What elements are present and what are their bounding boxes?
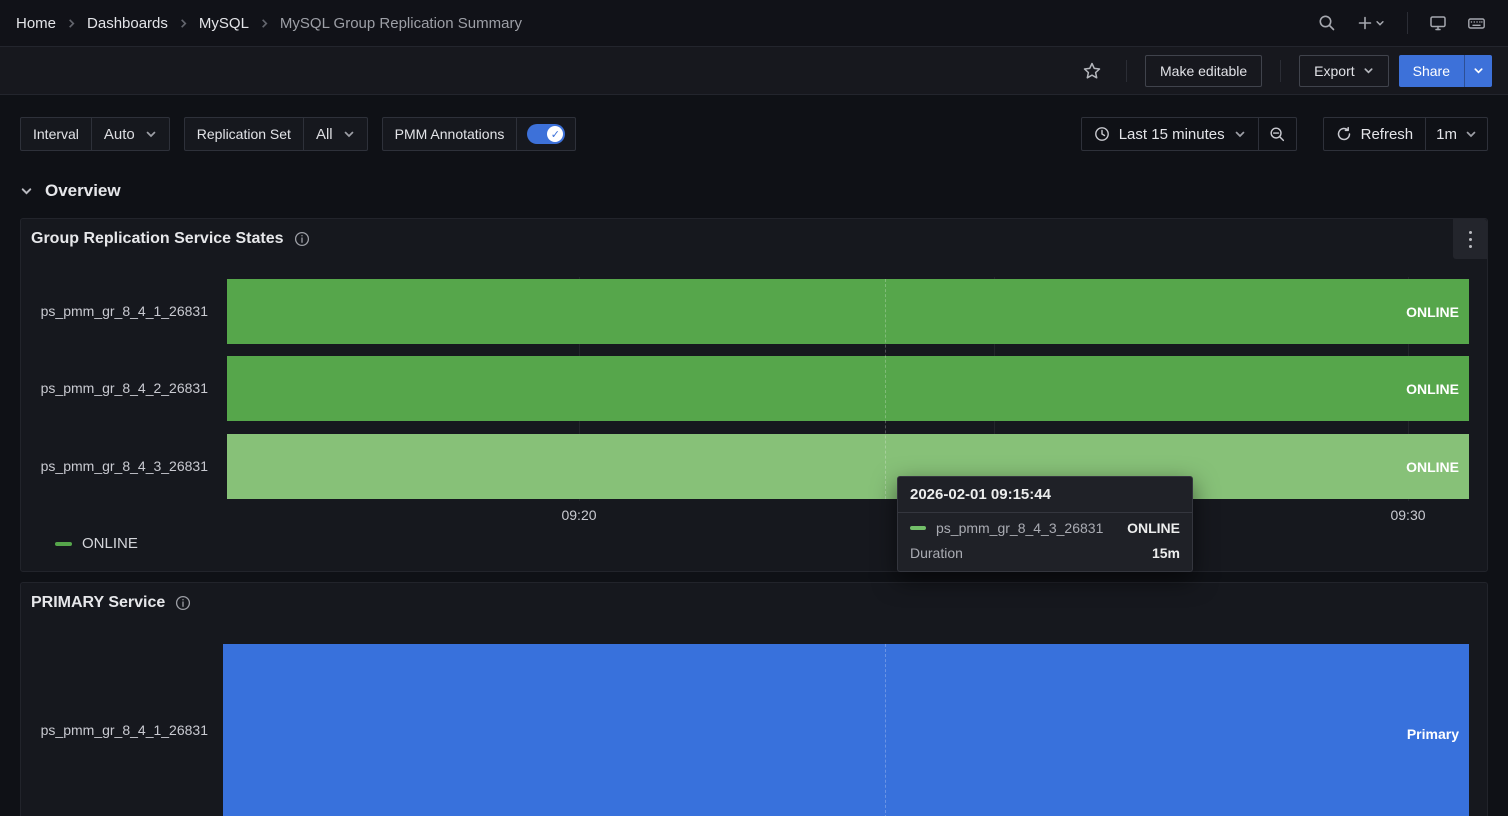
- dashboard-action-bar: Make editable Export Share: [0, 46, 1508, 95]
- tooltip-duration-value: 15m: [1152, 545, 1180, 561]
- interval-select[interactable]: Auto: [92, 118, 169, 150]
- legend-swatch: [55, 542, 72, 546]
- new-plus-icon[interactable]: [1349, 7, 1393, 39]
- refresh-button-label: Refresh: [1361, 126, 1414, 143]
- replication-set-value: All: [316, 126, 333, 143]
- divider: [1407, 12, 1408, 34]
- replication-set-label: Replication Set: [185, 118, 304, 150]
- series-label: ps_pmm_gr_8_4_2_26831: [21, 380, 208, 396]
- clock-icon: [1094, 126, 1110, 142]
- chevron-right-icon: [66, 18, 77, 29]
- crosshair-cursor: [885, 279, 886, 499]
- series-label: ps_pmm_gr_8_4_1_26831: [21, 722, 208, 738]
- pmm-annotations-control: PMM Annotations ✓: [382, 117, 577, 151]
- tooltip-duration-row: Duration 15m: [898, 538, 1192, 571]
- tooltip-series-row: ps_pmm_gr_8_4_3_26831 ONLINE: [898, 513, 1192, 538]
- section-title: Overview: [45, 181, 121, 201]
- pmm-annotations-label: PMM Annotations: [383, 118, 518, 150]
- x-axis-tick: 09:20: [561, 507, 596, 523]
- export-button[interactable]: Export: [1299, 55, 1388, 87]
- state-bar-online[interactable]: ONLINE: [227, 279, 1469, 344]
- make-editable-button[interactable]: Make editable: [1145, 55, 1262, 87]
- divider: [1126, 60, 1127, 82]
- time-range-value: Last 15 minutes: [1119, 126, 1225, 143]
- state-value-label: ONLINE: [1406, 459, 1459, 475]
- legend-item-online[interactable]: ONLINE: [55, 535, 138, 552]
- chevron-right-icon: [259, 18, 270, 29]
- breadcrumb-current-page: MySQL Group Replication Summary: [280, 15, 522, 32]
- breadcrumb: Home Dashboards MySQL MySQL Group Replic…: [16, 15, 522, 32]
- state-bar-primary[interactable]: Primary: [223, 644, 1469, 816]
- kiosk-monitor-icon[interactable]: [1422, 7, 1454, 39]
- series-label: ps_pmm_gr_8_4_1_26831: [21, 303, 208, 319]
- chart-tooltip: 2026-02-01 09:15:44 ps_pmm_gr_8_4_3_2683…: [897, 476, 1193, 572]
- chevron-down-icon: [145, 128, 157, 140]
- divider: [1280, 60, 1281, 82]
- export-button-label: Export: [1314, 63, 1354, 79]
- interval-variable: Interval Auto: [20, 117, 170, 151]
- tooltip-timestamp: 2026-02-01 09:15:44: [898, 477, 1192, 513]
- state-timeline-plot: ps_pmm_gr_8_4_1_26831 Primary: [21, 583, 1487, 816]
- state-value-label: ONLINE: [1406, 304, 1459, 320]
- breadcrumb-mysql[interactable]: MySQL: [199, 15, 249, 32]
- chevron-right-icon: [178, 18, 189, 29]
- interval-value: Auto: [104, 126, 135, 143]
- state-value-label: Primary: [1407, 726, 1459, 742]
- panel-primary-service: PRIMARY Service ps_pmm_gr_8_4_1_26831 Pr…: [20, 582, 1488, 816]
- legend-label: ONLINE: [82, 535, 138, 552]
- share-menu-caret[interactable]: [1464, 55, 1492, 87]
- refresh-button[interactable]: Refresh: [1324, 118, 1426, 150]
- tooltip-series-state: ONLINE: [1127, 520, 1180, 536]
- star-icon[interactable]: [1076, 55, 1108, 87]
- crosshair-cursor: [885, 644, 886, 816]
- row-overview-toggle[interactable]: Overview: [20, 176, 121, 206]
- x-axis-tick: 09:30: [1390, 507, 1425, 523]
- breadcrumb-home[interactable]: Home: [16, 15, 56, 32]
- state-value-label: ONLINE: [1406, 381, 1459, 397]
- toggle-check-icon: ✓: [547, 126, 563, 142]
- chevron-down-icon: [1473, 65, 1484, 76]
- breadcrumb-dashboards[interactable]: Dashboards: [87, 15, 168, 32]
- refresh-icon: [1336, 126, 1352, 142]
- state-bar-online-hovered[interactable]: ONLINE: [227, 434, 1469, 499]
- keyboard-shortcuts-icon[interactable]: [1460, 7, 1492, 39]
- tooltip-duration-label: Duration: [910, 545, 963, 561]
- search-icon[interactable]: [1311, 7, 1343, 39]
- replication-set-select[interactable]: All: [304, 118, 367, 150]
- pmm-annotations-toggle[interactable]: ✓: [527, 124, 565, 144]
- top-nav-bar: Home Dashboards MySQL MySQL Group Replic…: [0, 0, 1508, 46]
- series-color-swatch: [910, 526, 926, 530]
- state-timeline-plot: ps_pmm_gr_8_4_1_26831 ONLINE ps_pmm_gr_8…: [21, 219, 1487, 571]
- panel-group-replication-service-states: Group Replication Service States ps_pmm_…: [20, 218, 1488, 572]
- interval-label: Interval: [21, 118, 92, 150]
- time-range-picker: Last 15 minutes: [1081, 117, 1297, 151]
- refresh-interval-select[interactable]: 1m: [1425, 118, 1487, 150]
- share-split-button: Share: [1399, 55, 1492, 87]
- chevron-down-icon: [1363, 65, 1374, 76]
- refresh-interval-value: 1m: [1436, 126, 1457, 143]
- state-bar-online[interactable]: ONLINE: [227, 356, 1469, 421]
- dashboard-controls: Interval Auto Replication Set All PMM An…: [0, 110, 1508, 158]
- refresh-control: Refresh 1m: [1323, 117, 1488, 151]
- zoom-out-icon: [1269, 126, 1286, 143]
- chevron-down-icon: [20, 185, 33, 198]
- series-label: ps_pmm_gr_8_4_3_26831: [21, 458, 208, 474]
- zoom-out-time-button[interactable]: [1258, 118, 1296, 150]
- time-range-button[interactable]: Last 15 minutes: [1082, 118, 1258, 150]
- share-button[interactable]: Share: [1399, 55, 1464, 87]
- top-nav-actions: [1311, 7, 1492, 39]
- replication-set-variable: Replication Set All: [184, 117, 368, 151]
- chevron-down-icon: [1465, 128, 1477, 140]
- chevron-down-icon: [1234, 128, 1246, 140]
- chevron-down-icon: [343, 128, 355, 140]
- tooltip-series-name: ps_pmm_gr_8_4_3_26831: [936, 520, 1103, 536]
